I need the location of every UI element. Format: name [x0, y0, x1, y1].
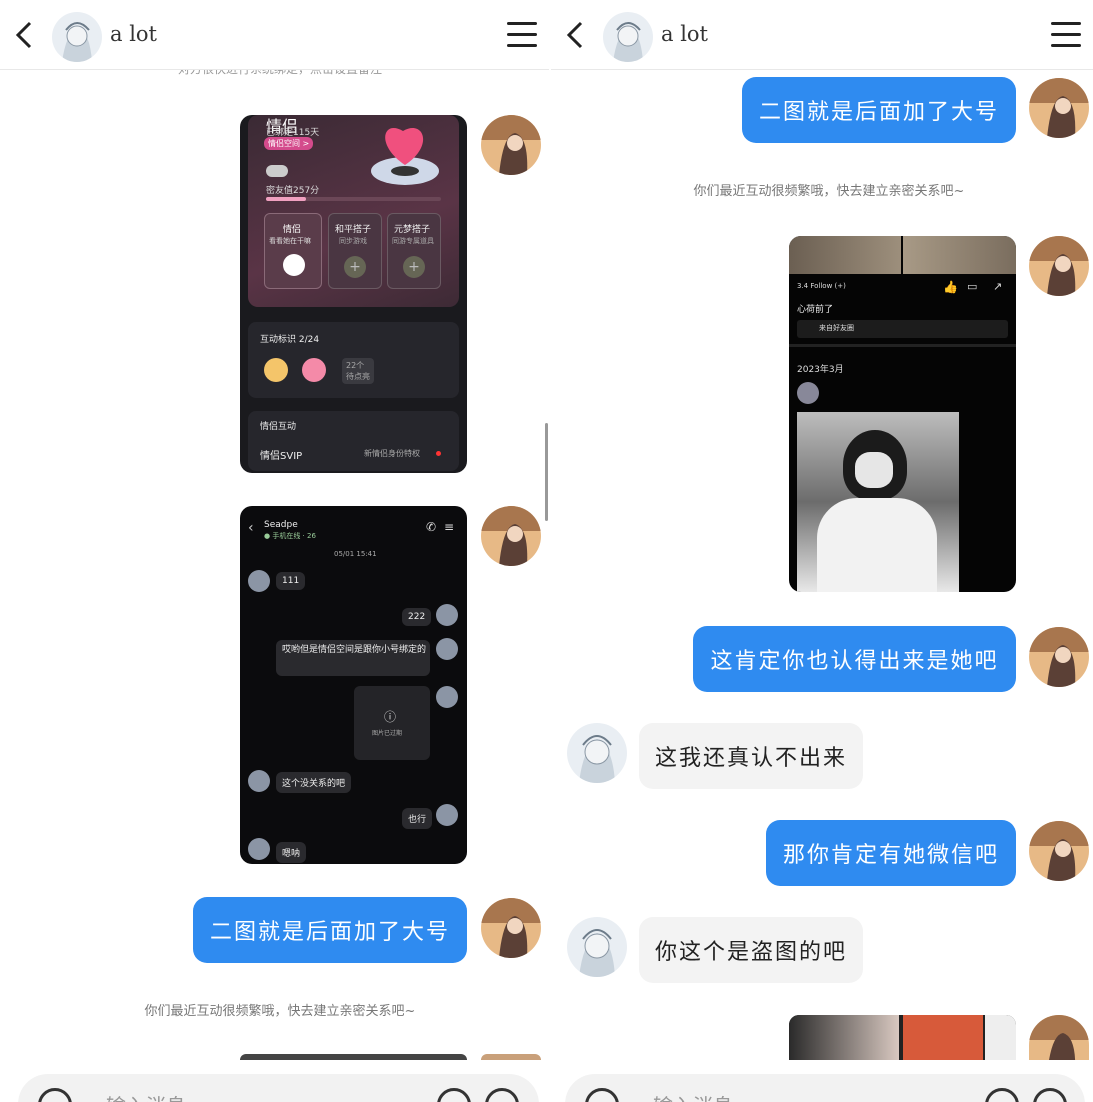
my-avatar[interactable]: [1029, 821, 1089, 881]
contact-avatar[interactable]: [567, 917, 627, 977]
message-input[interactable]: 输入消息: [106, 1090, 186, 1102]
card-peace-partner[interactable]: 和平搭子 同步游戏 +: [328, 213, 382, 289]
moments-date: 2023年3月: [797, 365, 844, 375]
emoji-icon[interactable]: [437, 1088, 471, 1102]
score-progress: [266, 197, 441, 201]
message-bubble-out[interactable]: 二图就是后面加了大号: [193, 897, 467, 963]
my-avatar[interactable]: [481, 898, 541, 958]
system-notice: 你们最近互动很频繁哦，快去建立亲密关系吧~: [693, 184, 965, 199]
record-expired-image: ⓘ 图片已过期: [354, 686, 430, 760]
moments-likes: 心荷前了: [797, 305, 834, 315]
my-avatar[interactable]: [1029, 236, 1089, 296]
plus-icon[interactable]: [485, 1088, 519, 1102]
my-avatar[interactable]: [1029, 78, 1089, 138]
pair-avatars: [266, 165, 288, 177]
contact-avatar[interactable]: [52, 12, 102, 62]
moments-follow: 3.4 Follow (+): [797, 282, 846, 290]
record-msg-out: 也行: [402, 808, 433, 829]
record-time: 05/01 15:41: [334, 550, 377, 558]
card-couple[interactable]: 情侣 看看她在干嘛: [264, 213, 322, 289]
message-input-bar[interactable]: 输入消息: [565, 1074, 1085, 1102]
image-message-chat-record[interactable]: ‹ Seadpe ● 手机在线 · 26 ✆ ≡ 05/01 15:41 111…: [240, 506, 467, 864]
couple-interaction-panel[interactable]: 情侣互动 情侣SVIP 新情侣身份特权: [248, 411, 459, 471]
like-icon: 👍: [943, 280, 958, 294]
image-message-moments[interactable]: 3.4 Follow (+) 👍 ▭ ↗ 心荷前了 来自好友圈 2023年3月: [789, 236, 1016, 592]
my-avatar[interactable]: [481, 1054, 541, 1060]
comment-icon: ▭: [967, 280, 978, 293]
record-contact: Seadpe: [264, 520, 298, 530]
card-dream-partner[interactable]: 元梦搭子 同游专属道具 +: [387, 213, 441, 289]
moments-comment-box: 来自好友圈: [797, 320, 1008, 338]
chat-title: a lot: [661, 22, 708, 46]
menu-icon[interactable]: [1051, 22, 1081, 48]
message-bubble-out[interactable]: 这肯定你也认得出来是她吧: [693, 626, 1016, 692]
image-message-couple-space[interactable]: 情侣 已绑定115天 情侣空间 > 密友值257分 情侣 看看她在干嘛 和平搭子…: [240, 115, 467, 473]
left-chat-pane: a lot 对方很快进行系统绑定，点击设置备注 情侣 已绑定115天 情侣空间 …: [0, 0, 549, 1102]
message-bubble-out[interactable]: 二图就是后面加了大号: [742, 77, 1016, 143]
menu-icon: ≡: [444, 520, 455, 534]
system-notice: 你们最近互动很频繁哦，快去建立亲密关系吧~: [144, 1004, 416, 1019]
plus-icon[interactable]: [1033, 1088, 1067, 1102]
chat-title: a lot: [110, 22, 157, 46]
message-input[interactable]: 输入消息: [653, 1090, 733, 1102]
contact-avatar[interactable]: [603, 12, 653, 62]
record-msg-in: 111: [276, 572, 306, 590]
phone-icon: ✆: [426, 520, 437, 534]
back-arrow-icon[interactable]: [14, 20, 36, 50]
message-input-bar[interactable]: 输入消息: [18, 1074, 539, 1102]
my-avatar[interactable]: [481, 506, 541, 566]
record-msg-out: 222: [402, 608, 432, 626]
contact-avatar[interactable]: [567, 723, 627, 783]
emoji-icon[interactable]: [985, 1088, 1019, 1102]
right-chat-pane: a lot 二图就是后面加了大号 你们最近互动很频繁哦，快去建立亲密关系吧~ 3…: [551, 0, 1093, 1102]
badges-panel[interactable]: 互动标识 2/24 22个 待点亮: [248, 322, 459, 398]
voice-icon[interactable]: [585, 1088, 619, 1102]
message-bubble-in[interactable]: 你这个是盗图的吧: [639, 917, 863, 983]
back-arrow-icon: ‹: [248, 520, 254, 536]
chat-header: a lot: [551, 0, 1093, 70]
my-avatar[interactable]: [1029, 1015, 1089, 1060]
image-message-partial[interactable]: [240, 1054, 467, 1060]
friend-score: 密友值257分: [266, 186, 320, 196]
message-bubble-out[interactable]: 那你肯定有她微信吧: [766, 820, 1016, 886]
image-message-partial[interactable]: [789, 1015, 1016, 1060]
record-status: ● 手机在线 · 26: [264, 532, 316, 540]
record-msg-in: 这个没关系的吧: [276, 772, 352, 793]
message-bubble-in[interactable]: 这我还真认不出来: [639, 723, 863, 789]
heart-icon: [371, 127, 439, 185]
back-arrow-icon[interactable]: [565, 20, 587, 50]
moments-photo: [797, 412, 959, 592]
voice-icon[interactable]: [38, 1088, 72, 1102]
record-msg-in: 嗯呐: [276, 842, 307, 863]
chat-header: a lot: [0, 0, 549, 70]
couple-space-tag[interactable]: 情侣空间 >: [264, 137, 314, 150]
record-msg-out: 哎哟但是情侣空间是跟你小号绑定的: [276, 640, 430, 676]
my-avatar[interactable]: [481, 115, 541, 175]
share-icon: ↗: [993, 280, 1003, 293]
my-avatar[interactable]: [1029, 627, 1089, 687]
scrollbar[interactable]: [545, 423, 548, 521]
menu-icon[interactable]: [507, 22, 537, 48]
